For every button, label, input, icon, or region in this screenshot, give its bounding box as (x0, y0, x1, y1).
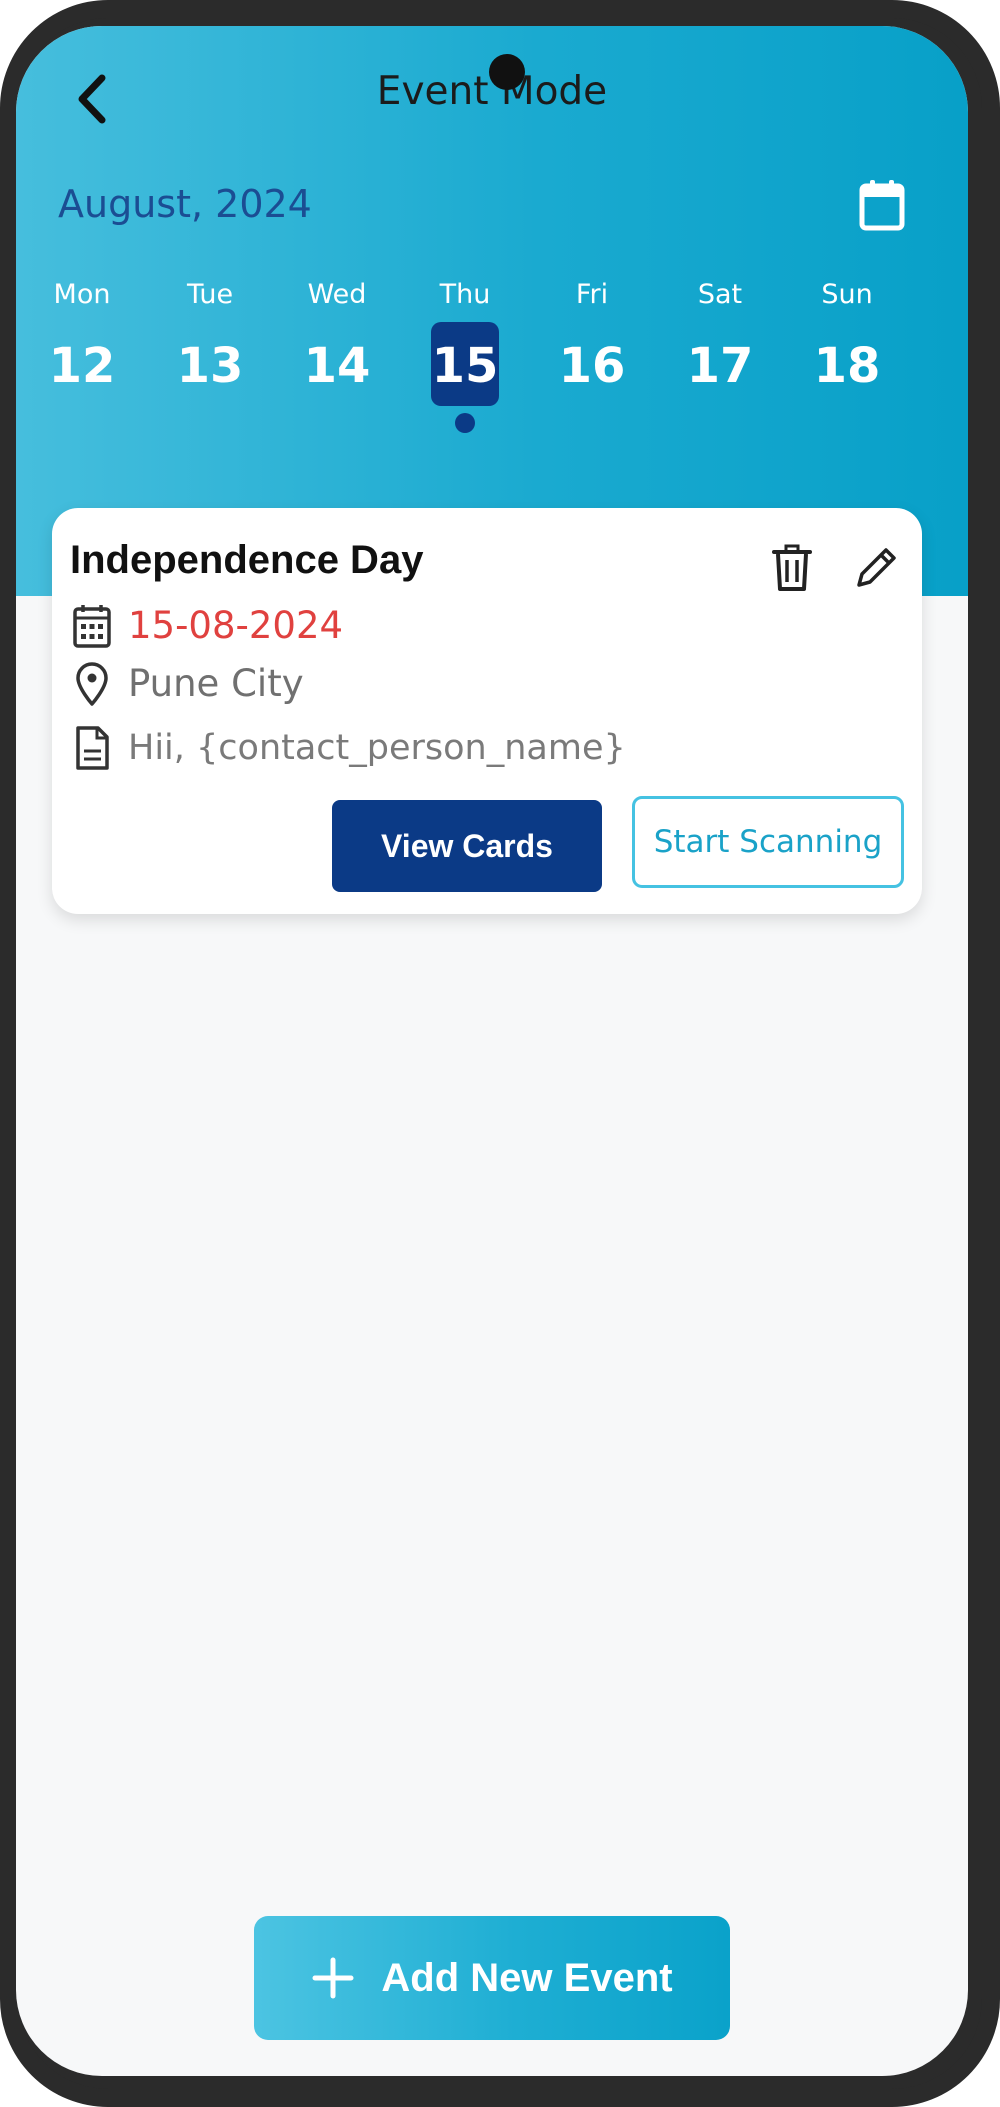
day-name: Tue (186, 279, 234, 310)
calendar-grid-icon (70, 600, 114, 652)
selected-day-dot (455, 413, 475, 433)
event-location: Pune City (128, 662, 304, 705)
day-name: Wed (307, 279, 367, 310)
day-number: 15 (431, 338, 499, 394)
event-date: 15-08-2024 (128, 604, 344, 647)
calendar-button[interactable] (852, 172, 912, 238)
day-wed[interactable]: Wed 14 (277, 276, 397, 456)
pencil-icon (857, 548, 896, 587)
month-label: August, 2024 (58, 182, 312, 226)
start-scanning-button[interactable]: Start Scanning (632, 796, 904, 888)
location-pin-icon (70, 658, 114, 710)
day-name: Fri (575, 279, 609, 310)
event-date-row: 15-08-2024 (70, 600, 343, 652)
add-new-event-button[interactable]: Add New Event (254, 1916, 730, 2040)
day-number: 13 (176, 338, 244, 394)
event-message: Hii, {contact_person_name} (128, 728, 626, 768)
day-number: 17 (686, 338, 754, 394)
trash-icon (772, 544, 812, 591)
day-tue[interactable]: Tue 13 (150, 276, 270, 456)
day-name: Mon (53, 279, 111, 310)
plus-icon (312, 1957, 354, 1999)
camera-notch (489, 54, 525, 90)
add-new-event-label: Add New Event (381, 1955, 673, 2000)
week-strip: Mon 12 Tue 13 Wed 14 Thu 15 Fri 16 Sat 1… (16, 276, 968, 456)
day-number: 18 (813, 338, 881, 394)
event-location-row: Pune City (70, 658, 304, 710)
day-number: 14 (303, 338, 371, 394)
day-name: Sat (697, 279, 743, 310)
view-cards-button[interactable]: View Cards (332, 800, 602, 892)
day-mon[interactable]: Mon 12 (22, 276, 142, 456)
day-name: Thu (439, 279, 491, 310)
day-number: 16 (558, 338, 626, 394)
day-number: 12 (48, 338, 116, 394)
delete-button[interactable] (764, 538, 820, 598)
event-card[interactable]: Independence Day 15-08-2024 Pune City Hi… (52, 508, 922, 914)
event-message-row: Hii, {contact_person_name} (70, 722, 626, 774)
event-title: Independence Day (70, 538, 424, 582)
day-fri[interactable]: Fri 16 (532, 276, 652, 456)
day-sat[interactable]: Sat 17 (660, 276, 780, 456)
day-name: Sun (821, 279, 873, 310)
app-screen: Event Mode August, 2024 Mon 12 Tue 13 We… (16, 26, 968, 2076)
edit-button[interactable] (848, 538, 904, 598)
calendar-icon (859, 180, 905, 231)
day-sun[interactable]: Sun 18 (787, 276, 907, 456)
day-thu-selected[interactable]: Thu 15 (405, 276, 525, 456)
document-icon (70, 722, 114, 774)
